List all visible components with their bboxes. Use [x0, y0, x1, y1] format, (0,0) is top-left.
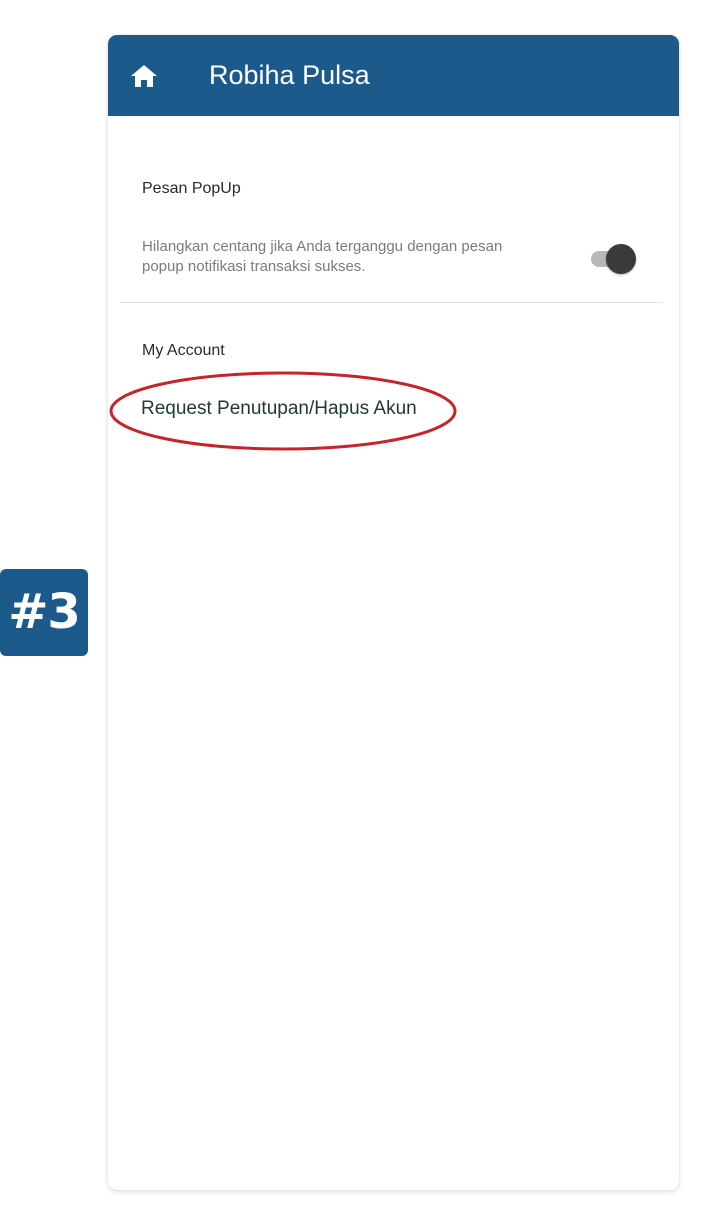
popup-description: Hilangkan centang jika Anda terganggu de…	[142, 238, 503, 275]
request-account-deletion-link[interactable]: Request Penutupan/Hapus Akun	[141, 397, 417, 421]
popup-section-title: Pesan PopUp	[142, 180, 241, 197]
app-title: Robiha Pulsa	[209, 60, 370, 90]
home-icon[interactable]	[130, 63, 158, 89]
app-bar: Robiha Pulsa	[108, 35, 679, 116]
section-divider	[120, 302, 663, 303]
account-section-title: My Account	[142, 342, 225, 359]
phone-screen: Robiha Pulsa Pesan PopUp Hilangkan centa…	[108, 35, 679, 1190]
toggle-thumb	[606, 244, 636, 274]
step-number-badge: #3	[0, 569, 88, 656]
popup-toggle-switch[interactable]	[588, 240, 638, 276]
